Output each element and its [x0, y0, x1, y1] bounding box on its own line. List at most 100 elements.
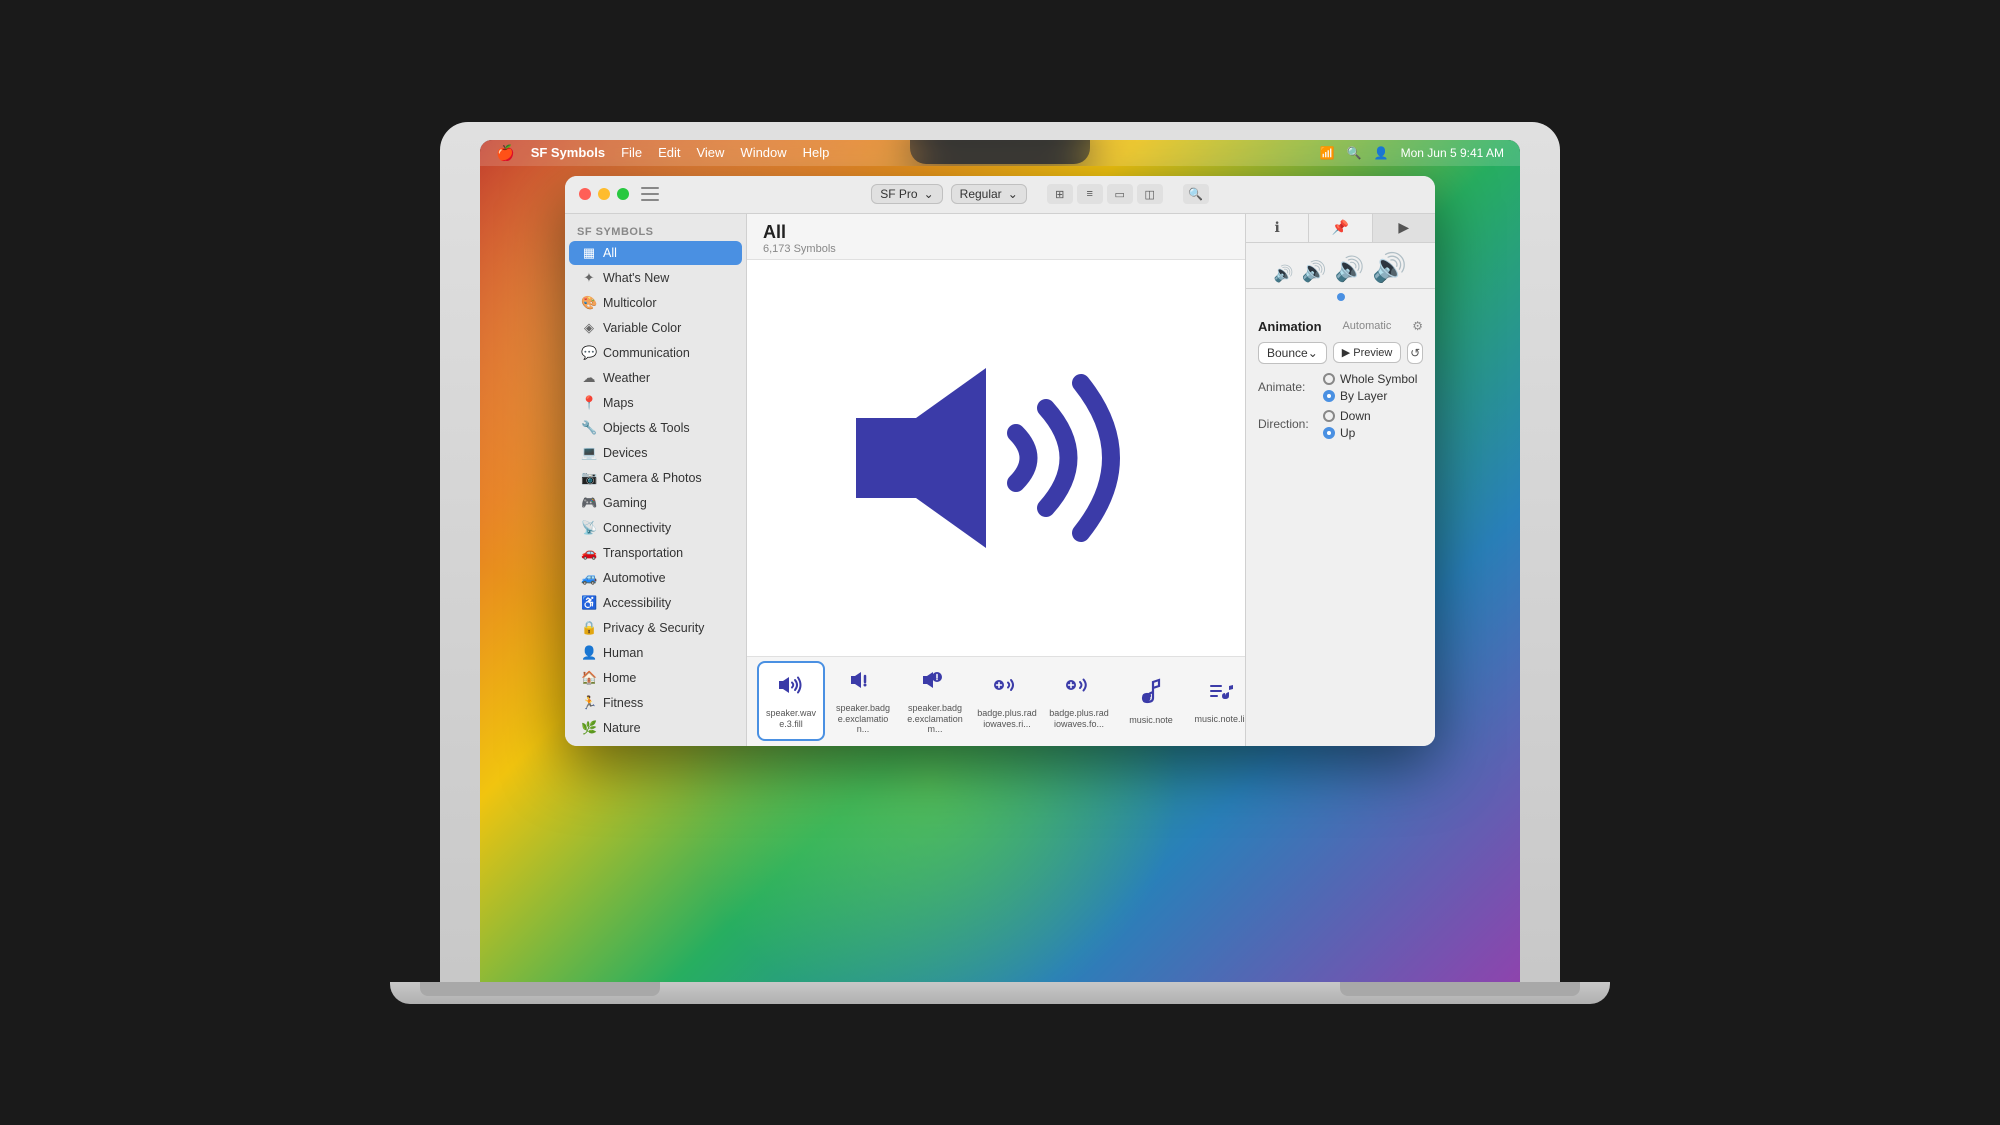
- sidebar-item-maps[interactable]: 📍 Maps: [569, 391, 742, 415]
- direction-up-option[interactable]: Up: [1323, 426, 1371, 440]
- font-select[interactable]: SF Pro ⌄: [871, 184, 942, 204]
- menubar-view[interactable]: View: [696, 145, 724, 160]
- direction-up-radio[interactable]: [1323, 427, 1335, 439]
- reset-icon: ↺: [1410, 346, 1420, 360]
- direction-label: Direction:: [1258, 417, 1323, 431]
- sidebar-item-fitness[interactable]: 🏃 Fitness: [569, 691, 742, 715]
- gallery-view-button[interactable]: ▭: [1107, 184, 1133, 204]
- font-value: SF Pro: [880, 187, 917, 201]
- sidebar-item-whats-new[interactable]: ✦ What's New: [569, 266, 742, 290]
- animation-reset-button[interactable]: ↺: [1407, 342, 1423, 364]
- symbol-item-speaker-wave-3fill[interactable]: speaker.wave.3.fill: [757, 661, 825, 741]
- sidebar-item-gaming[interactable]: 🎮 Gaming: [569, 491, 742, 515]
- menubar-file[interactable]: File: [621, 145, 642, 160]
- sidebar-item-accessibility[interactable]: ♿ Accessibility: [569, 591, 742, 615]
- symbol-item-badge-plus-radiowaves-ri[interactable]: badge.plus.radiowaves.ri...: [973, 661, 1041, 741]
- close-button[interactable]: [579, 188, 591, 200]
- right-panel: ℹ 📌 ▶ 🔊 🔊 🔊 🔊: [1245, 214, 1435, 746]
- sidebar-toggle-button[interactable]: [641, 187, 659, 201]
- animation-preview-button[interactable]: ▶ Preview: [1333, 342, 1402, 363]
- minimize-button[interactable]: [598, 188, 610, 200]
- sidebar-label-all: All: [603, 246, 617, 260]
- animate-by-layer-label: By Layer: [1340, 389, 1387, 403]
- sidebar-item-all[interactable]: ▦ All: [569, 241, 742, 265]
- sidebar-item-home[interactable]: 🏠 Home: [569, 666, 742, 690]
- badge-plus-radiowaves-ri-icon: [991, 672, 1023, 704]
- sidebar-item-variable-color[interactable]: ◈ Variable Color: [569, 316, 742, 340]
- music-note-icon: [1139, 676, 1163, 711]
- apple-logo-icon: 🍎: [496, 144, 515, 162]
- sidebar-item-communication[interactable]: 💬 Communication: [569, 341, 742, 365]
- laptop-foot-left: [420, 982, 660, 996]
- sidebar-item-editing[interactable]: ✏ Editing: [569, 741, 742, 746]
- menubar-edit[interactable]: Edit: [658, 145, 680, 160]
- inspector-view-button[interactable]: ◫: [1137, 184, 1163, 204]
- sidebar-label-maps: Maps: [603, 396, 634, 410]
- sidebar-item-transportation[interactable]: 🚗 Transportation: [569, 541, 742, 565]
- traffic-lights: [579, 188, 629, 200]
- sidebar: SF Symbols ▦ All ✦ What's New 🎨: [565, 214, 747, 746]
- sidebar-label-human: Human: [603, 646, 643, 660]
- weight-select[interactable]: Regular ⌄: [951, 184, 1027, 204]
- sidebar-label-weather: Weather: [603, 371, 650, 385]
- sidebar-label-variable-color: Variable Color: [603, 321, 681, 335]
- maps-icon: 📍: [581, 395, 597, 411]
- menubar: 🍎 SF Symbols File Edit View Window Help …: [480, 140, 1520, 166]
- symbol-item-badge-plus-radiowaves-fo[interactable]: badge.plus.radiowaves.fo...: [1045, 661, 1113, 741]
- camera-photos-icon: 📷: [581, 470, 597, 486]
- sidebar-item-objects-tools[interactable]: 🔧 Objects & Tools: [569, 416, 742, 440]
- preview-tab-info[interactable]: ℹ: [1246, 214, 1309, 242]
- grid-view-button[interactable]: ⊞: [1047, 184, 1073, 204]
- animate-by-layer-radio[interactable]: [1323, 390, 1335, 402]
- menubar-window[interactable]: Window: [740, 145, 786, 160]
- preview-tab-pin[interactable]: 📌: [1309, 214, 1372, 242]
- communication-icon: 💬: [581, 345, 597, 361]
- animation-type-value: Bounce: [1267, 346, 1308, 360]
- editing-icon: ✏: [581, 745, 597, 746]
- symbol-item-music-note-list[interactable]: music.note.list: [1189, 661, 1245, 741]
- animate-by-layer-option[interactable]: By Layer: [1323, 389, 1417, 403]
- connectivity-icon: 📡: [581, 520, 597, 536]
- animation-type-select[interactable]: Bounce ⌄: [1258, 342, 1327, 364]
- accessibility-icon: ♿: [581, 595, 597, 611]
- symbol-item-speaker-badge-exclamation2[interactable]: speaker.badge.exclamationm...: [901, 661, 969, 741]
- sidebar-label-home: Home: [603, 671, 636, 685]
- sidebar-item-weather[interactable]: ☁ Weather: [569, 366, 742, 390]
- toggle-bar: [641, 187, 659, 189]
- sidebar-label-automotive: Automotive: [603, 571, 666, 585]
- symbol-label-speaker-wave-3fill: speaker.wave.3.fill: [763, 708, 819, 730]
- laptop-foot-right: [1340, 982, 1580, 996]
- view-controls: ⊞ ≡ ▭ ◫: [1047, 184, 1163, 204]
- sidebar-item-devices[interactable]: 💻 Devices: [569, 441, 742, 465]
- symbol-label-badge-plus-radiowaves-fo: badge.plus.radiowaves.fo...: [1049, 708, 1109, 730]
- symbol-item-music-note[interactable]: music.note: [1117, 661, 1185, 741]
- maximize-button[interactable]: [617, 188, 629, 200]
- animate-whole-symbol-option[interactable]: Whole Symbol: [1323, 372, 1417, 386]
- sidebar-item-connectivity[interactable]: 📡 Connectivity: [569, 516, 742, 540]
- preview-icons: 🔊 🔊 🔊 🔊: [1274, 251, 1408, 284]
- speaker-badge-exclamation-icon: [847, 667, 879, 699]
- whats-new-icon: ✦: [581, 270, 597, 286]
- search-button[interactable]: 🔍: [1183, 184, 1209, 204]
- direction-down-option[interactable]: Down: [1323, 409, 1371, 423]
- direction-down-radio[interactable]: [1323, 410, 1335, 422]
- animation-settings-icon[interactable]: ⚙: [1412, 319, 1423, 333]
- menubar-help[interactable]: Help: [803, 145, 830, 160]
- list-view-button[interactable]: ≡: [1077, 184, 1103, 204]
- sidebar-item-camera-photos[interactable]: 📷 Camera & Photos: [569, 466, 742, 490]
- speaker-wave-3fill-icon: [775, 672, 807, 704]
- preview-tab-play[interactable]: ▶: [1373, 214, 1435, 242]
- menubar-app-name[interactable]: SF Symbols: [531, 145, 605, 160]
- sidebar-item-nature[interactable]: 🌿 Nature: [569, 716, 742, 740]
- sidebar-item-human[interactable]: 👤 Human: [569, 641, 742, 665]
- symbol-item-speaker-badge-exclamation[interactable]: speaker.badge.exclamation...: [829, 661, 897, 741]
- sidebar-item-automotive[interactable]: 🚙 Automotive: [569, 566, 742, 590]
- symbols-display-area[interactable]: [747, 260, 1245, 656]
- screen-bezel: 🍎 SF Symbols File Edit View Window Help …: [480, 140, 1520, 982]
- variable-color-icon: ◈: [581, 320, 597, 336]
- animate-whole-symbol-radio[interactable]: [1323, 373, 1335, 385]
- content-title: All: [763, 222, 1229, 243]
- sidebar-item-privacy-security[interactable]: 🔒 Privacy & Security: [569, 616, 742, 640]
- window-body: SF Symbols ▦ All ✦ What's New 🎨: [565, 214, 1435, 746]
- sidebar-item-multicolor[interactable]: 🎨 Multicolor: [569, 291, 742, 315]
